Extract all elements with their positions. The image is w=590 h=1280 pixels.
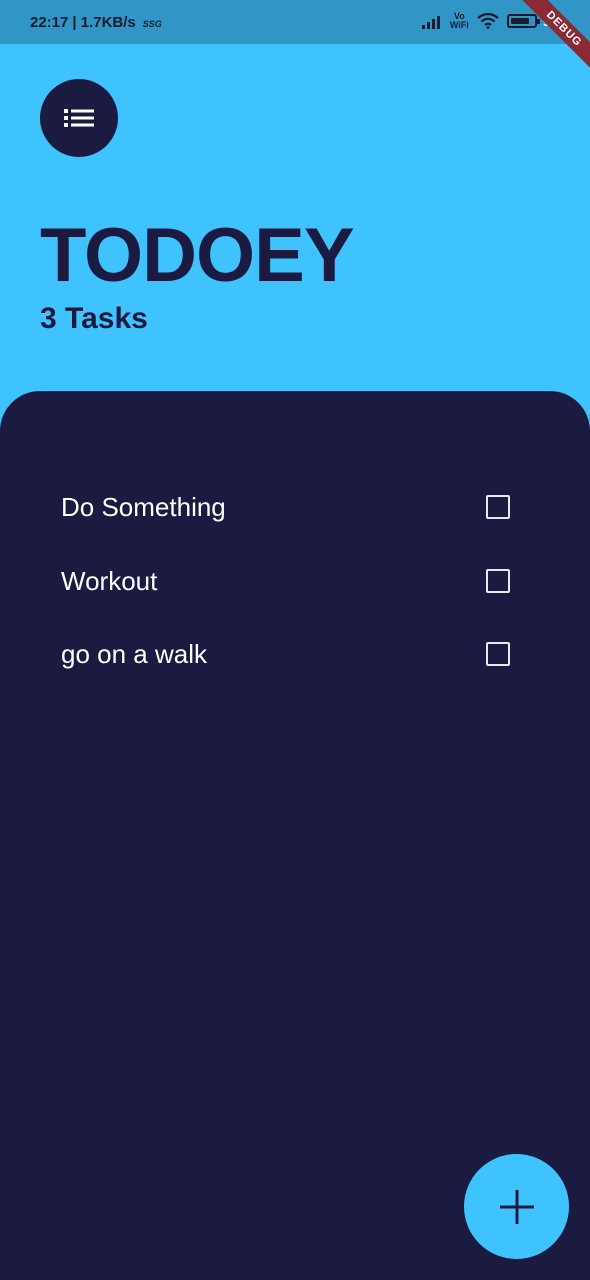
task-label: Workout: [61, 565, 158, 596]
status-bar: 22:17 | 1.7KB/s SSG VoWiFi 9: [0, 0, 590, 44]
wifi-icon: [477, 13, 499, 29]
status-network-speed: | 1.7KB/s: [72, 13, 136, 31]
task-checkbox[interactable]: [486, 495, 510, 519]
battery-fill: [510, 18, 529, 24]
task-checkbox[interactable]: [486, 569, 510, 593]
status-time: 22:17: [30, 13, 69, 31]
status-extra: SSG: [142, 18, 162, 29]
task-label: go on a walk: [61, 638, 207, 669]
task-row[interactable]: Do Something: [61, 485, 511, 529]
signal-icon: [421, 13, 442, 29]
status-right: VoWiFi 9: [421, 11, 550, 30]
add-task-button[interactable]: [464, 1154, 569, 1259]
task-count: 3 Tasks: [40, 302, 148, 335]
app-title: TODOEY: [40, 213, 355, 298]
status-left: 22:17 | 1.7KB/s SSG: [30, 14, 162, 31]
task-row[interactable]: go on a walk: [61, 632, 511, 676]
plus-icon: [499, 1189, 534, 1224]
battery-icon: [506, 14, 540, 28]
list-icon: [64, 109, 94, 127]
screen: 22:17 | 1.7KB/s SSG VoWiFi 9 DEBUG: [0, 0, 590, 1280]
task-row[interactable]: Workout: [61, 559, 511, 603]
task-label: Do Something: [61, 491, 226, 522]
task-checkbox[interactable]: [486, 642, 510, 666]
vowifi-icon: Vo WiFi: [449, 11, 469, 30]
menu-button[interactable]: [40, 79, 118, 157]
